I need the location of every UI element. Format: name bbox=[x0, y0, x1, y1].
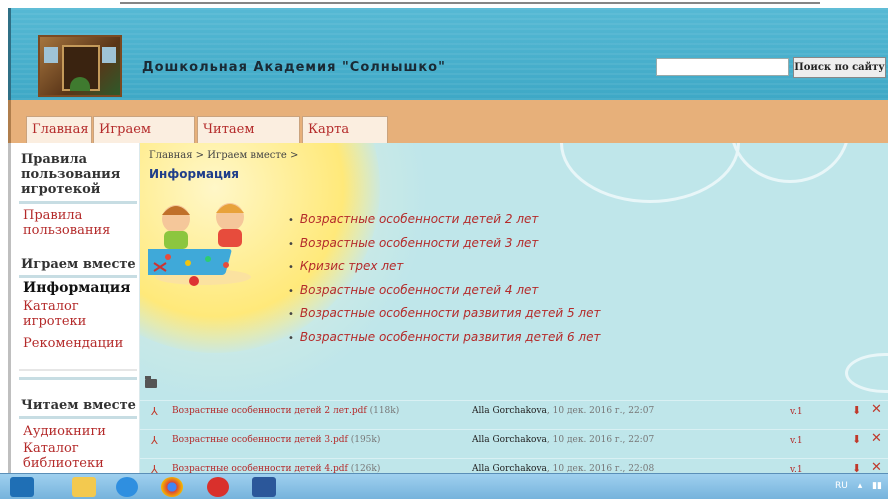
sidebar-heading-play: Играем вместе bbox=[21, 257, 136, 272]
sidebar-item-audiobooks[interactable]: Аудиокниги bbox=[23, 424, 106, 439]
children-playing-illustration bbox=[148, 203, 251, 286]
divider bbox=[19, 377, 137, 380]
tray-arrow-icon[interactable]: ▴ bbox=[858, 481, 863, 491]
tab-read-together[interactable]: Читаем вместе bbox=[197, 116, 300, 162]
cloud-decoration bbox=[730, 143, 850, 183]
article-link[interactable]: Возрастные особенности детей 4 лет bbox=[288, 280, 600, 304]
delete-icon[interactable]: ✕ bbox=[871, 402, 882, 417]
divider bbox=[19, 201, 137, 204]
article-link[interactable]: Возрастные особенности развития детей 5 … bbox=[288, 303, 601, 327]
file-link[interactable]: Возрастные особенности детей 4.pdf (126k… bbox=[172, 464, 380, 473]
cloud-decoration bbox=[560, 143, 740, 203]
search-input[interactable] bbox=[656, 58, 789, 76]
article-link[interactable]: Возрастные особенности развития детей 6 … bbox=[288, 327, 601, 351]
file-version-link[interactable]: v.1 bbox=[790, 407, 803, 417]
divider bbox=[19, 275, 137, 278]
sidebar-item-library-catalog[interactable]: Каталог библиотеки bbox=[23, 441, 113, 471]
file-version-link[interactable]: v.1 bbox=[790, 436, 803, 446]
search-button[interactable]: Поиск по сайту bbox=[793, 57, 886, 78]
top-nav: Главная Играем вместе Читаем вместе Карт… bbox=[8, 100, 888, 162]
file-author: Alla Gorchakova, 10 дек. 2016 г., 22:07 bbox=[472, 406, 655, 416]
file-row: ⅄ Возрастные особенности детей 3.pdf (19… bbox=[140, 429, 888, 453]
word-icon[interactable] bbox=[252, 477, 276, 497]
sidebar-item-game-catalog[interactable]: Каталог игротеки bbox=[23, 299, 113, 329]
article-link[interactable]: Возрастные особенности детей 3 лет bbox=[288, 233, 600, 257]
site-header: Дошкольная Академия "Солнышко" Поиск по … bbox=[8, 8, 888, 100]
divider bbox=[19, 369, 137, 371]
file-row: ⅄ Возрастные особенности детей 2 лет.pdf… bbox=[140, 400, 888, 424]
left-sidebar: Правила пользования игротекой Правила по… bbox=[8, 143, 139, 473]
download-icon[interactable]: ⬇ bbox=[852, 404, 861, 417]
download-icon[interactable]: ⬇ bbox=[852, 462, 861, 473]
article-link[interactable]: Возрастные особенности детей 2 лет bbox=[288, 209, 600, 233]
sidebar-heading-read: Читаем вместе bbox=[21, 398, 136, 413]
file-author: Alla Gorchakova, 10 дек. 2016 г., 22:08 bbox=[472, 464, 655, 473]
windows-taskbar: RU ▴ ▮▮ bbox=[0, 473, 888, 499]
file-link[interactable]: Возрастные особенности детей 3.pdf (195k… bbox=[172, 435, 380, 445]
divider bbox=[19, 416, 137, 419]
network-icon[interactable]: ▮▮ bbox=[872, 481, 882, 491]
folder-icon bbox=[145, 376, 157, 388]
pdf-icon: ⅄ bbox=[151, 463, 158, 473]
health-app-icon[interactable] bbox=[207, 477, 229, 497]
file-author: Alla Gorchakova, 10 дек. 2016 г., 22:07 bbox=[472, 435, 655, 445]
sidebar-item-recommendations[interactable]: Рекомендации bbox=[23, 336, 123, 351]
pdf-icon: ⅄ bbox=[151, 405, 158, 418]
pdf-icon: ⅄ bbox=[151, 434, 158, 447]
chrome-icon[interactable] bbox=[161, 477, 183, 497]
system-tray: RU ▴ ▮▮ bbox=[828, 481, 882, 491]
main-content: Главная > Играем вместе > Информация Воз… bbox=[139, 143, 888, 473]
sidebar-heading-rules: Правила пользования игротекой bbox=[21, 152, 121, 197]
tab-sitemap[interactable]: Карта сайта bbox=[302, 116, 388, 162]
breadcrumb[interactable]: Главная > Играем вместе > bbox=[149, 150, 298, 161]
download-icon[interactable]: ⬇ bbox=[852, 433, 861, 446]
site-logo-image[interactable] bbox=[38, 35, 122, 97]
page-title: Информация bbox=[149, 167, 239, 181]
article-list: Возрастные особенности детей 2 лет Возра… bbox=[288, 209, 601, 351]
delete-icon[interactable]: ✕ bbox=[871, 431, 882, 446]
start-button[interactable] bbox=[10, 477, 34, 497]
file-version-link[interactable]: v.1 bbox=[790, 465, 803, 473]
cloud-decoration bbox=[845, 353, 888, 393]
file-explorer-icon[interactable] bbox=[72, 477, 96, 497]
language-indicator[interactable]: RU bbox=[835, 481, 848, 491]
article-link[interactable]: Кризис трех лет bbox=[288, 256, 600, 280]
delete-icon[interactable]: ✕ bbox=[871, 460, 882, 473]
tab-play-together[interactable]: Играем вместе bbox=[93, 116, 195, 162]
file-link[interactable]: Возрастные особенности детей 2 лет.pdf (… bbox=[172, 406, 399, 416]
sidebar-item-info-active[interactable]: Информация bbox=[23, 280, 131, 296]
internet-explorer-icon[interactable] bbox=[116, 477, 138, 497]
sidebar-item-rules[interactable]: Правила пользования bbox=[23, 208, 133, 238]
tab-home[interactable]: Главная bbox=[26, 116, 92, 143]
cropped-top-strip bbox=[0, 0, 888, 8]
file-row: ⅄ Возрастные особенности детей 4.pdf (12… bbox=[140, 458, 888, 473]
site-title: Дошкольная Академия "Солнышко" bbox=[142, 60, 446, 75]
